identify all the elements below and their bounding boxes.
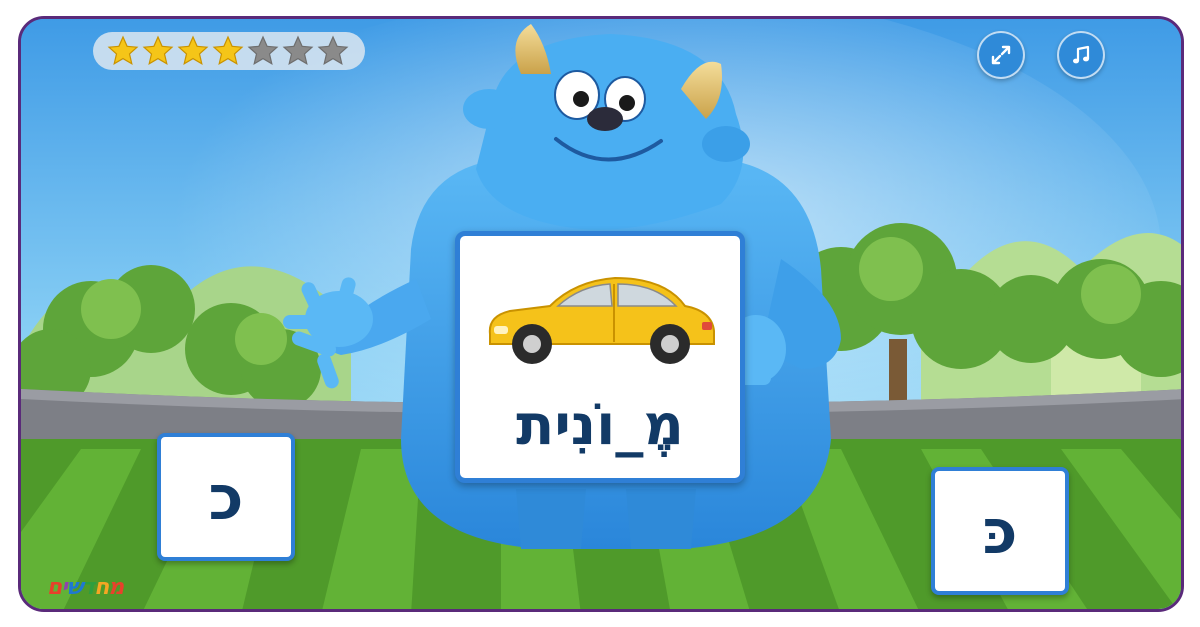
logo-letter: מ [108,575,124,600]
fullscreen-button[interactable] [977,31,1025,79]
car-picture [488,276,715,364]
game-frame: מֶ_וֹנִית כ כּ מחדשים [18,16,1184,612]
music-note-icon [1073,45,1090,64]
star-filled-icon [177,35,209,66]
answer-tile-kaf-dagesh[interactable]: כּ [931,467,1069,595]
star-rating [93,32,365,70]
logo-letter: ם [47,575,62,600]
expand-arrows-icon [991,45,1011,65]
card-word: מֶ_וֹנִית [516,393,684,458]
star-filled-icon [142,35,174,66]
question-card: מֶ_וֹנִית [455,231,745,483]
star-empty-icon [282,35,314,66]
answer-tile-kaf[interactable]: כ [157,433,295,561]
star-empty-icon [247,35,279,66]
star-filled-icon [107,35,139,66]
star-filled-icon [212,35,244,66]
brand-logo: מחדשים [47,575,124,600]
logo-letter: ד [82,575,95,600]
music-toggle-button[interactable] [1057,31,1105,79]
logo-letter: ח [94,575,109,600]
logo-letter: ש [66,575,84,600]
star-empty-icon [317,35,349,66]
